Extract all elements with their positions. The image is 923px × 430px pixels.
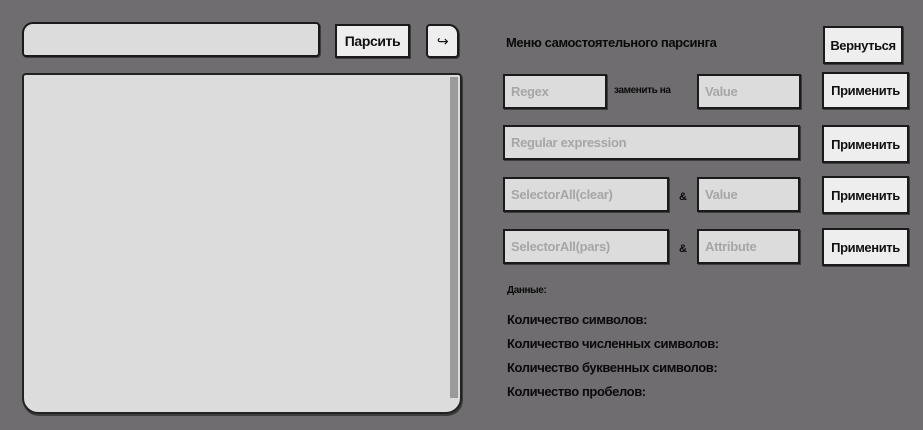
apply-replace-button[interactable]: Применить <box>822 72 909 109</box>
clear-value-input[interactable] <box>705 187 798 202</box>
replace-connector: заменить на <box>614 85 671 96</box>
clear-connector: & <box>679 191 687 203</box>
selector-pars-input[interactable] <box>511 239 667 254</box>
regex-input[interactable] <box>511 84 605 99</box>
pars-attribute-input-box[interactable] <box>697 229 800 264</box>
space-count-label: Количество пробелов: <box>507 384 646 399</box>
apply-pars-button[interactable]: Применить <box>822 228 909 266</box>
char-count-label: Количество символов: <box>507 312 648 327</box>
stats-heading: Данные: <box>507 285 547 296</box>
selector-pars-input-box[interactable] <box>503 229 669 264</box>
output-textarea[interactable] <box>22 73 462 414</box>
digit-count-label: Количество численных символов: <box>507 336 719 351</box>
regex-input-box[interactable] <box>503 74 607 109</box>
url-input[interactable] <box>30 32 318 47</box>
back-button[interactable]: Вернуться <box>823 26 903 64</box>
replace-value-input-box[interactable] <box>697 74 801 109</box>
selector-clear-input[interactable] <box>511 187 667 202</box>
redo-icon: ↪ <box>436 32 449 49</box>
parse-button[interactable]: Парсить <box>335 24 410 58</box>
letter-count-label: Количество буквенных символов: <box>507 360 718 375</box>
scrollbar[interactable] <box>450 77 458 398</box>
apply-regexp-button[interactable]: Применить <box>822 125 909 163</box>
regexp-input-box[interactable] <box>503 125 800 160</box>
replace-value-input[interactable] <box>705 84 799 99</box>
pars-connector: & <box>679 243 687 255</box>
pars-attribute-input[interactable] <box>705 239 798 254</box>
clear-value-input-box[interactable] <box>697 177 800 212</box>
regexp-input[interactable] <box>511 135 798 150</box>
selector-clear-input-box[interactable] <box>503 177 669 212</box>
menu-title: Меню самостоятельного парсинга <box>506 35 717 50</box>
apply-clear-button[interactable]: Применить <box>822 176 909 214</box>
redo-icon-button[interactable]: ↪ <box>426 24 459 58</box>
url-input-box[interactable] <box>22 22 320 57</box>
